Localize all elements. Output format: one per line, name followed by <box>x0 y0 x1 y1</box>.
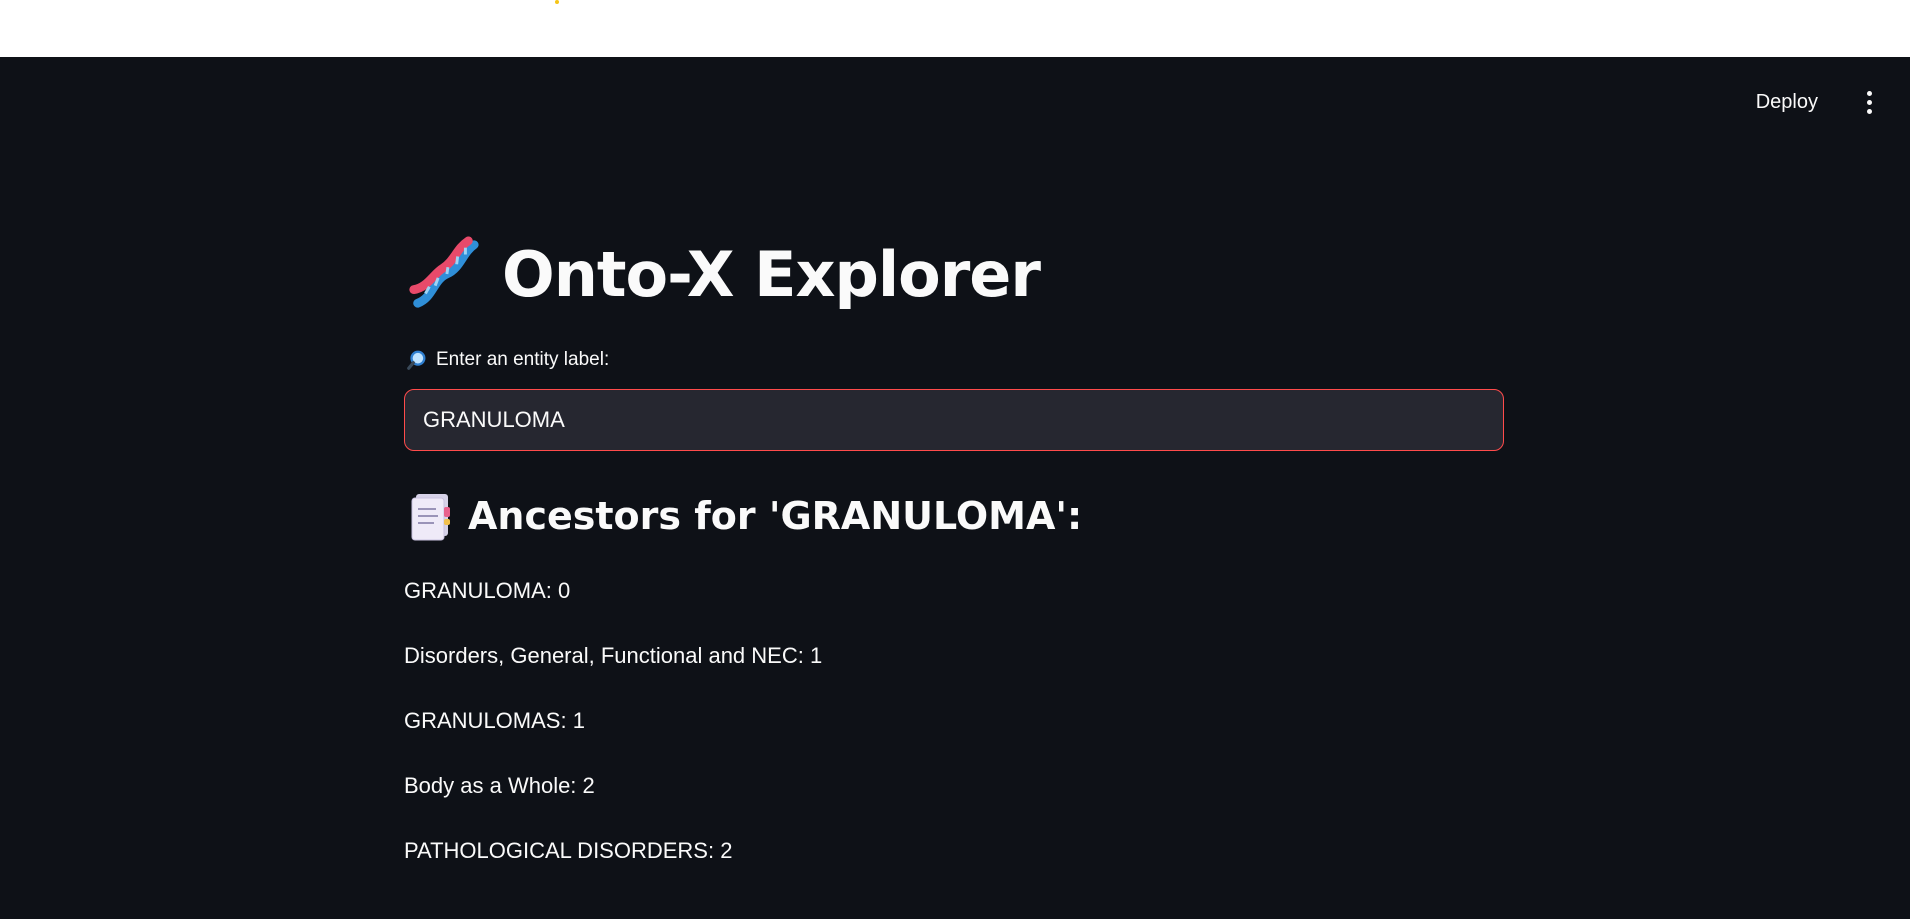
ancestors-heading-row: Ancestors for 'GRANULOMA': <box>408 491 1082 541</box>
list-item: GRANULOMAS: 1 <box>404 708 585 733</box>
document-icon <box>411 494 450 541</box>
entity-label-input[interactable] <box>404 389 1504 451</box>
browser-top-strip <box>0 0 1910 57</box>
loading-indicator-dot <box>555 0 559 4</box>
title-row: Onto-X Explorer <box>404 235 1041 313</box>
kebab-dot <box>1866 99 1872 105</box>
app-container: Deploy Onto-X Explorer Enter an entity l… <box>0 57 1910 919</box>
list-item: PATHOLOGICAL DISORDERS: 2 <box>404 838 733 863</box>
list-item: Body as a Whole: 2 <box>404 773 595 798</box>
page-title: Onto-X Explorer <box>502 237 1041 311</box>
dna-icon <box>409 236 479 308</box>
search-label: Enter an entity label: <box>436 349 610 370</box>
ancestors-heading: Ancestors for 'GRANULOMA': <box>468 494 1083 538</box>
magnifier-icon <box>407 350 426 370</box>
list-item: Disorders, General, Functional and NEC: … <box>404 643 823 668</box>
app-header: Deploy <box>1744 57 1910 147</box>
list-item: GRANULOMA: 0 <box>404 578 571 603</box>
ancestor-list: GRANULOMA: 0 Disorders, General, Functio… <box>404 578 822 903</box>
kebab-dot <box>1866 108 1872 114</box>
kebab-dot <box>1866 90 1872 96</box>
deploy-button[interactable]: Deploy <box>1744 85 1830 120</box>
search-label-row: Enter an entity label: <box>406 349 609 371</box>
kebab-menu-icon[interactable] <box>1854 87 1884 117</box>
